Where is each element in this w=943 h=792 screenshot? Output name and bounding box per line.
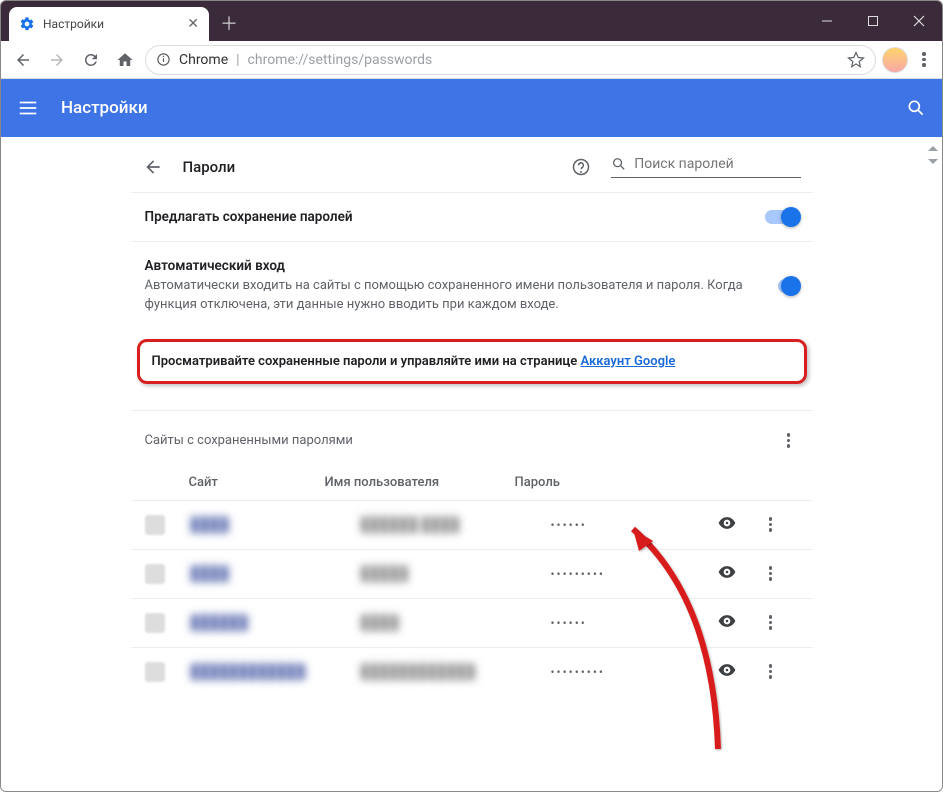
- site-cell[interactable]: ████: [191, 517, 361, 533]
- back-button[interactable]: [9, 46, 37, 74]
- close-window-button[interactable]: [896, 5, 942, 37]
- password-cell: ••••••: [551, 518, 717, 532]
- saved-passwords-section: Сайты с сохраненными паролями Сайт Имя п…: [131, 410, 813, 696]
- browser-window: Настройки ✕ ＋ Chrome | chrome://settings…: [0, 0, 943, 792]
- url-path: chrome://settings/passwords: [248, 52, 433, 68]
- home-button[interactable]: [111, 46, 139, 74]
- auto-signin-toggle[interactable]: [778, 279, 799, 293]
- info-icon: [156, 52, 171, 67]
- forward-button[interactable]: [43, 46, 71, 74]
- site-favicon: [145, 662, 165, 682]
- col-username: Имя пользователя: [325, 475, 515, 490]
- show-password-button[interactable]: [717, 513, 761, 537]
- manage-passwords-callout: Просматривайте сохраненные пароли и упра…: [137, 339, 807, 384]
- content-area: Пароли Предлагать сохранение паролей Авт…: [1, 137, 942, 791]
- bookmark-star-icon[interactable]: [847, 51, 865, 69]
- page-title: Пароли: [183, 158, 236, 176]
- toolbar: Chrome | chrome://settings/passwords: [1, 41, 942, 79]
- browser-menu-button[interactable]: [914, 50, 934, 70]
- password-cell: •••••••••: [551, 665, 717, 679]
- help-icon[interactable]: [571, 157, 591, 177]
- row-menu-button[interactable]: [761, 662, 781, 682]
- search-icon: [611, 155, 627, 173]
- settings-header: Настройки: [1, 79, 942, 137]
- url-scheme: Chrome: [179, 52, 228, 68]
- manage-passwords-text: Просматривайте сохраненные пароли и упра…: [152, 354, 581, 369]
- site-cell[interactable]: ██████: [191, 615, 361, 631]
- offer-save-passwords-row: Предлагать сохранение паролей: [131, 192, 813, 241]
- show-password-button[interactable]: [717, 562, 761, 586]
- browser-tab[interactable]: Настройки ✕: [9, 7, 209, 41]
- offer-save-toggle[interactable]: [765, 210, 799, 224]
- offer-save-label: Предлагать сохранение паролей: [145, 209, 353, 225]
- table-row: ██████████••••••: [131, 598, 813, 647]
- table-row: ████████████████████████•••••••••: [131, 647, 813, 696]
- row-menu-button[interactable]: [761, 515, 781, 535]
- table-row: █████████•••••••••: [131, 549, 813, 598]
- google-account-link[interactable]: Аккаунт Google: [580, 354, 675, 369]
- show-password-button[interactable]: [717, 660, 761, 684]
- col-password: Пароль: [515, 475, 717, 490]
- site-cell[interactable]: ████: [191, 566, 361, 582]
- auto-signin-label: Автоматический вход: [145, 258, 760, 274]
- back-arrow-icon[interactable]: [143, 157, 163, 177]
- site-favicon: [145, 613, 165, 633]
- auto-signin-description: Автоматически входить на сайты с помощью…: [145, 277, 760, 315]
- password-cell: •••••••••: [551, 567, 717, 581]
- passwords-card: Пароли Предлагать сохранение паролей Авт…: [131, 137, 813, 696]
- menu-icon[interactable]: [17, 97, 39, 119]
- new-tab-button[interactable]: ＋: [215, 9, 243, 37]
- username-cell: ████████████: [361, 664, 551, 680]
- username-cell: ██████ ████: [361, 517, 551, 533]
- profile-avatar[interactable]: [882, 47, 908, 73]
- site-favicon: [145, 515, 165, 535]
- site-cell[interactable]: ████████████: [191, 664, 361, 680]
- page-header: Пароли: [131, 137, 813, 192]
- scrollbar[interactable]: [922, 141, 940, 173]
- maximize-button[interactable]: [850, 5, 896, 37]
- col-site: Сайт: [145, 475, 325, 490]
- auto-signin-row: Автоматический вход Автоматически входит…: [131, 241, 813, 331]
- saved-passwords-title: Сайты с сохраненными паролями: [145, 433, 353, 448]
- list-menu-button[interactable]: [779, 431, 799, 451]
- window-controls: [804, 1, 942, 41]
- username-cell: ████: [361, 615, 551, 631]
- search-icon[interactable]: [906, 98, 926, 118]
- show-password-button[interactable]: [717, 611, 761, 635]
- site-favicon: [145, 564, 165, 584]
- settings-title: Настройки: [61, 98, 148, 118]
- password-search-input[interactable]: [634, 156, 800, 172]
- table-header-row: Сайт Имя пользователя Пароль: [131, 465, 813, 500]
- minimize-button[interactable]: [804, 5, 850, 37]
- tab-title: Настройки: [43, 17, 104, 31]
- username-cell: █████: [361, 566, 551, 582]
- row-menu-button[interactable]: [761, 564, 781, 584]
- table-row: ██████████ ████••••••: [131, 500, 813, 549]
- password-search[interactable]: [611, 155, 801, 178]
- password-cell: ••••••: [551, 616, 717, 630]
- titlebar: Настройки ✕ ＋: [1, 1, 942, 41]
- address-bar[interactable]: Chrome | chrome://settings/passwords: [145, 45, 876, 75]
- gear-icon: [19, 16, 35, 32]
- close-icon[interactable]: ✕: [187, 16, 199, 32]
- row-menu-button[interactable]: [761, 613, 781, 633]
- tab-strip: Настройки ✕ ＋: [9, 1, 249, 41]
- reload-button[interactable]: [77, 46, 105, 74]
